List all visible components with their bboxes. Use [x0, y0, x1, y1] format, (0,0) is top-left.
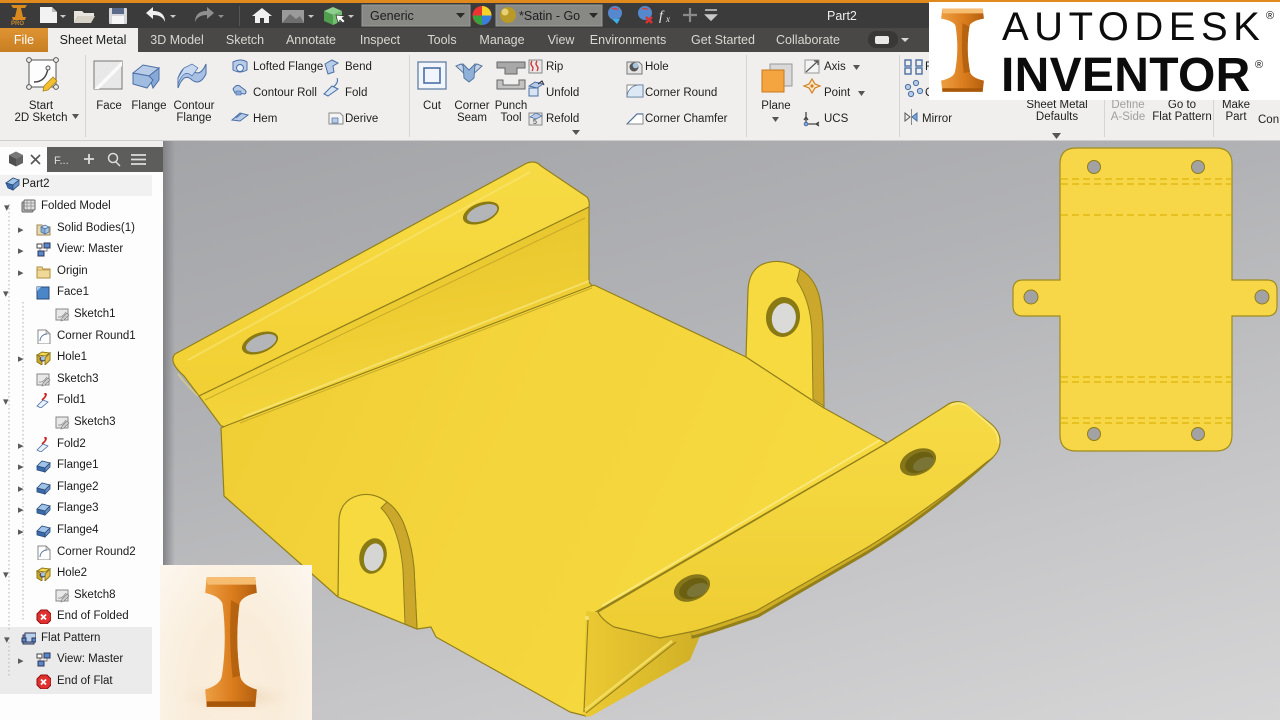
svg-text:AUTODESK: AUTODESK	[1002, 5, 1265, 49]
svg-text:F...: F...	[54, 155, 69, 167]
svg-text:®: ®	[1255, 59, 1263, 71]
svg-text:INVENTOR: INVENTOR	[1001, 49, 1251, 100]
svg-text:®: ®	[1266, 10, 1274, 22]
